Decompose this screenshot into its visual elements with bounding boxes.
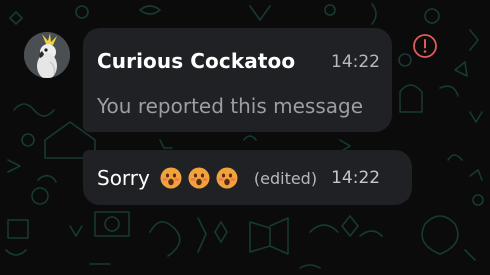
sender-name[interactable]: Curious Cockatoo bbox=[97, 49, 295, 73]
message-bubble[interactable]: Sorry (edited) 14:22 bbox=[83, 150, 412, 205]
avatar[interactable] bbox=[24, 32, 70, 78]
edited-label: (edited) bbox=[253, 168, 318, 188]
message-time: 14:22 bbox=[331, 52, 380, 72]
alert-circle-icon[interactable] bbox=[412, 33, 438, 59]
face-with-open-mouth-icon bbox=[160, 167, 182, 189]
reported-message-bubble[interactable]: Curious Cockatoo 14:22 You reported this… bbox=[83, 28, 392, 132]
reported-notice: You reported this message bbox=[97, 94, 364, 118]
message-content-row: Sorry (edited) 14:22 bbox=[97, 164, 380, 192]
message-text: Sorry bbox=[97, 166, 150, 190]
message-time: 14:22 bbox=[331, 168, 381, 188]
emoji-group bbox=[160, 167, 244, 189]
face-with-open-mouth-icon bbox=[216, 167, 238, 189]
face-with-open-mouth-icon bbox=[188, 167, 210, 189]
cockatoo-avatar-icon bbox=[24, 32, 70, 78]
